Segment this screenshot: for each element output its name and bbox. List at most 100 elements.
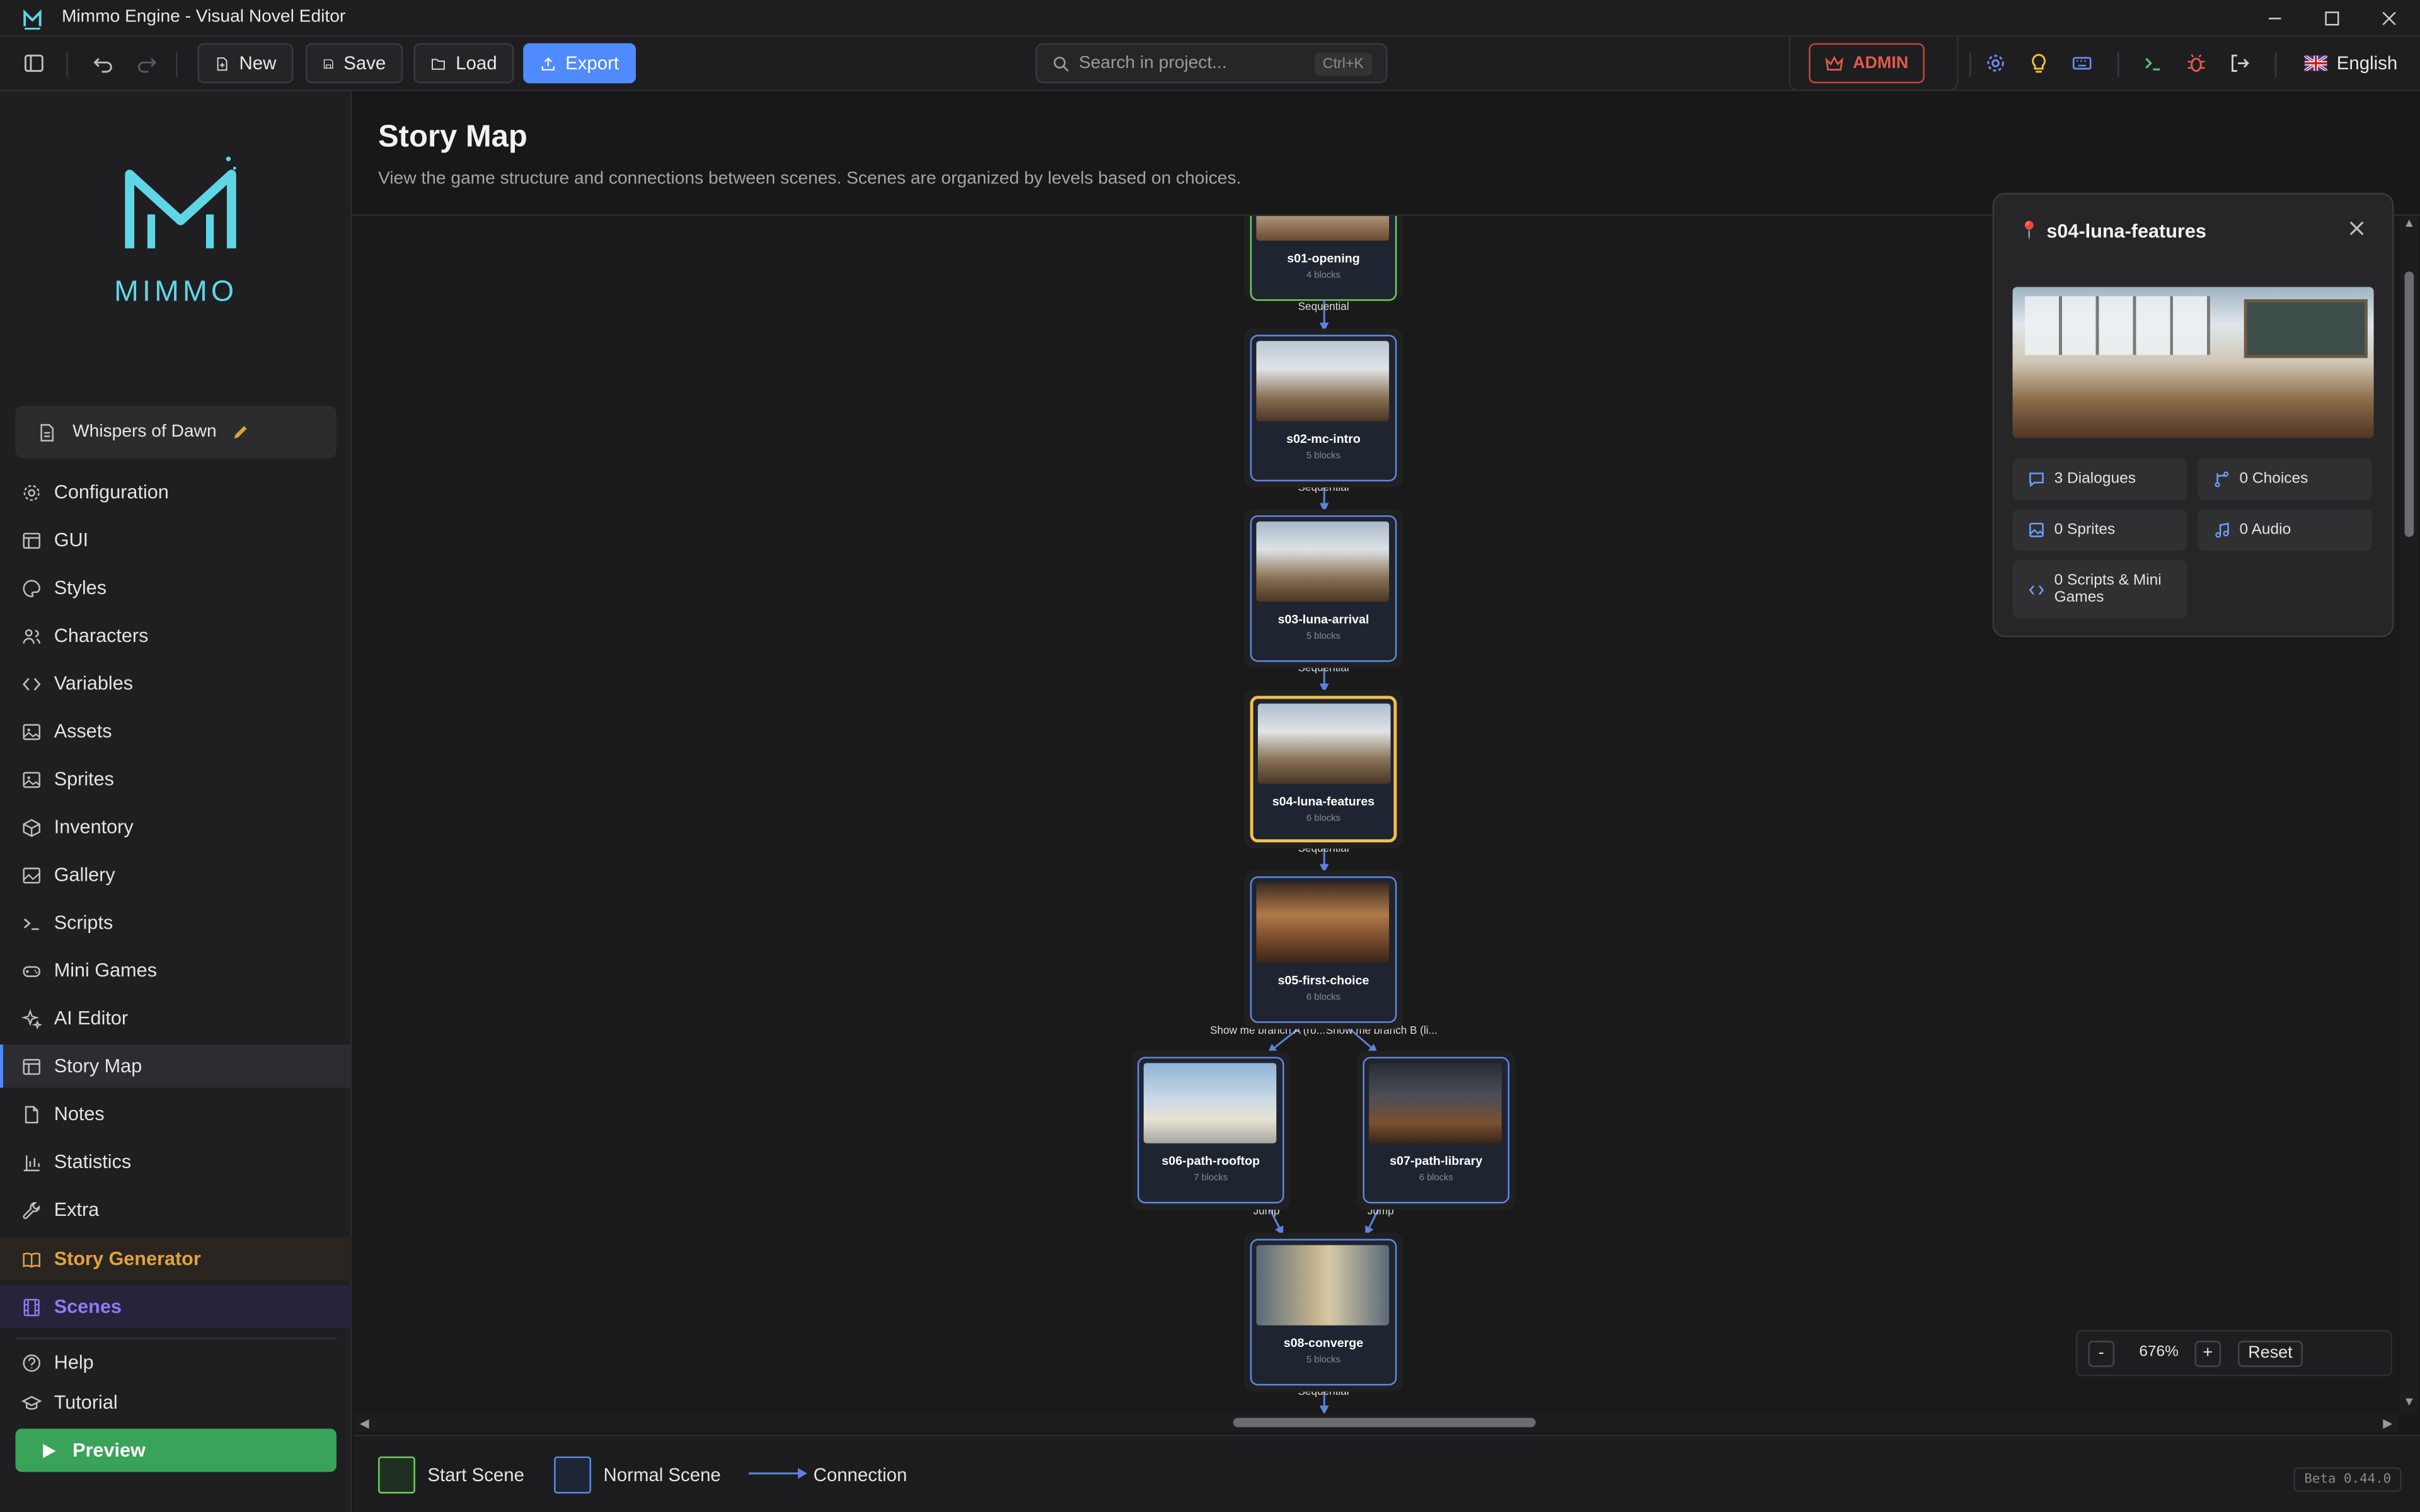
sidebar-item-assets[interactable]: Assets bbox=[0, 710, 352, 753]
sidebar-item-mini-games[interactable]: Mini Games bbox=[0, 949, 352, 992]
sidebar-item-configuration[interactable]: Configuration bbox=[0, 471, 352, 514]
logout-icon[interactable] bbox=[2225, 49, 2253, 77]
sidebar-item-inventory[interactable]: Inventory bbox=[0, 805, 352, 849]
sidebar-item-gallery[interactable]: Gallery bbox=[0, 853, 352, 896]
zoom-out-button[interactable]: - bbox=[2088, 1341, 2115, 1367]
keyboard-icon[interactable] bbox=[2068, 49, 2096, 77]
scene-node-s05-first-choice[interactable]: s05-first-choice 6 blocks bbox=[1250, 876, 1397, 1023]
bug-icon[interactable] bbox=[2182, 49, 2210, 77]
toolbar-divider bbox=[2274, 52, 2277, 77]
horizontal-scrollbar-thumb[interactable] bbox=[1233, 1418, 1536, 1428]
sidebar-item-label: GUI bbox=[54, 529, 89, 551]
note-icon bbox=[25, 1105, 38, 1123]
search-shortcut-badge: Ctrl+K bbox=[1315, 52, 1372, 76]
toggle-sidebar-icon[interactable] bbox=[20, 49, 48, 77]
uk-flag-icon bbox=[2304, 55, 2328, 71]
map-icon bbox=[23, 1058, 40, 1074]
legend-connection-arrow-icon bbox=[748, 1466, 807, 1481]
scroll-up-arrow-icon[interactable]: ▲ bbox=[2403, 216, 2415, 230]
upload-icon bbox=[541, 56, 555, 70]
scene-node-s04-luna-features[interactable]: s04-luna-features 6 blocks bbox=[1250, 696, 1397, 843]
sidebar-item-label: Configuration bbox=[54, 481, 169, 503]
language-label: English bbox=[2336, 52, 2398, 74]
minimize-window-button[interactable] bbox=[2262, 6, 2287, 31]
sidebar-item-story-generator[interactable]: Story Generator bbox=[0, 1237, 352, 1281]
scene-node-title: s02-mc-intro bbox=[1286, 432, 1361, 446]
scroll-left-arrow-icon[interactable]: ◀ bbox=[360, 1416, 369, 1430]
vertical-scrollbar[interactable]: ▲ ▼ bbox=[2400, 215, 2419, 1414]
scene-node-s03-luna-arrival[interactable]: s03-luna-arrival 5 blocks bbox=[1250, 515, 1397, 662]
scene-node-s02-mc-intro[interactable]: s02-mc-intro 5 blocks bbox=[1250, 335, 1397, 482]
scene-thumbnail bbox=[1143, 1063, 1277, 1143]
search-input[interactable]: Search in project... Ctrl+K bbox=[1035, 43, 1388, 84]
sidebar-item-ai-editor[interactable]: AI Editor bbox=[0, 997, 352, 1040]
close-icon[interactable] bbox=[2348, 219, 2369, 241]
gallery-icon bbox=[23, 866, 40, 883]
scroll-right-arrow-icon[interactable]: ▶ bbox=[2383, 1416, 2392, 1430]
lightbulb-icon[interactable] bbox=[2025, 49, 2053, 77]
scroll-down-arrow-icon[interactable]: ▼ bbox=[2403, 1395, 2415, 1409]
sidebar-item-tutorial[interactable]: Tutorial bbox=[0, 1381, 352, 1424]
new-project-button[interactable]: New bbox=[197, 43, 294, 84]
zoom-reset-button[interactable]: Reset bbox=[2238, 1341, 2303, 1367]
settings-gear-icon[interactable] bbox=[1982, 49, 2010, 77]
sidebar-item-label: Sprites bbox=[54, 768, 114, 790]
scene-node-s07-path-library[interactable]: s07-path-library 6 blocks bbox=[1363, 1057, 1510, 1204]
redo-icon[interactable] bbox=[133, 49, 161, 77]
layout-icon bbox=[23, 532, 40, 548]
scene-preview-image bbox=[2012, 287, 2374, 438]
zoom-in-button[interactable]: + bbox=[2194, 1341, 2221, 1367]
git-branch-icon bbox=[2215, 471, 2229, 488]
scene-node-s06-path-rooftop[interactable]: s06-path-rooftop 7 blocks bbox=[1137, 1057, 1284, 1204]
help-circle-icon bbox=[23, 1353, 40, 1372]
scene-node-title: s07-path-library bbox=[1390, 1154, 1483, 1168]
scene-node-blocks: 4 blocks bbox=[1306, 272, 1340, 281]
sidebar-item-statistics[interactable]: Statistics bbox=[0, 1140, 352, 1184]
image-icon bbox=[23, 771, 40, 788]
project-selector[interactable]: Whispers of Dawn bbox=[15, 406, 337, 459]
title-bar: Mimmo Engine - Visual Novel Editor bbox=[0, 0, 2420, 37]
story-generator-label: Story Generator bbox=[54, 1248, 201, 1270]
windows bbox=[2025, 296, 2210, 355]
vertical-scrollbar-thumb[interactable] bbox=[2404, 272, 2414, 537]
sidebar-item-story-map[interactable]: Story Map bbox=[0, 1044, 352, 1088]
scene-node-title: s06-path-rooftop bbox=[1161, 1154, 1260, 1168]
sidebar-item-help[interactable]: Help bbox=[0, 1341, 352, 1384]
undo-icon[interactable] bbox=[89, 49, 117, 77]
scene-node-s08-converge[interactable]: s08-converge 5 blocks bbox=[1250, 1239, 1397, 1386]
sidebar-item-variables[interactable]: Variables bbox=[0, 662, 352, 706]
stat-choices-label: 0 Choices bbox=[2239, 470, 2308, 488]
admin-badge-button[interactable]: ADMIN bbox=[1809, 43, 1925, 84]
terminal-icon[interactable] bbox=[2139, 49, 2167, 77]
export-button-label: Export bbox=[565, 52, 619, 74]
sidebar-item-characters[interactable]: Characters bbox=[0, 614, 352, 658]
sparkles-icon bbox=[21, 1008, 42, 1029]
scene-node-s01-opening[interactable]: s01-opening 4 blocks bbox=[1250, 215, 1397, 301]
export-button[interactable]: Export bbox=[523, 43, 636, 84]
horizontal-scrollbar[interactable]: ◀ ▶ bbox=[353, 1413, 2399, 1432]
maximize-window-button[interactable] bbox=[2320, 6, 2344, 31]
save-button[interactable]: Save bbox=[305, 43, 403, 84]
scene-thumbnail bbox=[1256, 341, 1390, 421]
language-selector[interactable]: English bbox=[2292, 43, 2403, 84]
sidebar-item-gui[interactable]: GUI bbox=[0, 518, 352, 562]
scene-node-blocks: 5 blocks bbox=[1306, 1356, 1340, 1366]
edit-pencil-icon[interactable] bbox=[232, 423, 250, 441]
sidebar-item-scenes[interactable]: Scenes bbox=[0, 1285, 352, 1329]
toolbar-divider bbox=[176, 52, 178, 77]
box-icon bbox=[23, 818, 40, 837]
sidebar-item-label: AI Editor bbox=[54, 1007, 129, 1029]
preview-button[interactable]: Preview bbox=[15, 1428, 337, 1472]
close-window-button[interactable] bbox=[2377, 6, 2401, 31]
crown-icon bbox=[1826, 55, 1845, 70]
load-button[interactable]: Load bbox=[413, 43, 514, 84]
sidebar-item-scripts[interactable]: Scripts bbox=[0, 901, 352, 944]
play-icon bbox=[43, 1443, 56, 1458]
code-icon bbox=[22, 677, 41, 690]
sidebar-item-styles[interactable]: Styles bbox=[0, 566, 352, 610]
folder-open-icon bbox=[431, 58, 445, 69]
sidebar-item-notes[interactable]: Notes bbox=[0, 1092, 352, 1136]
sidebar-item-extra[interactable]: Extra bbox=[0, 1188, 352, 1232]
legend-start-swatch bbox=[378, 1456, 415, 1494]
sidebar-item-sprites[interactable]: Sprites bbox=[0, 757, 352, 801]
